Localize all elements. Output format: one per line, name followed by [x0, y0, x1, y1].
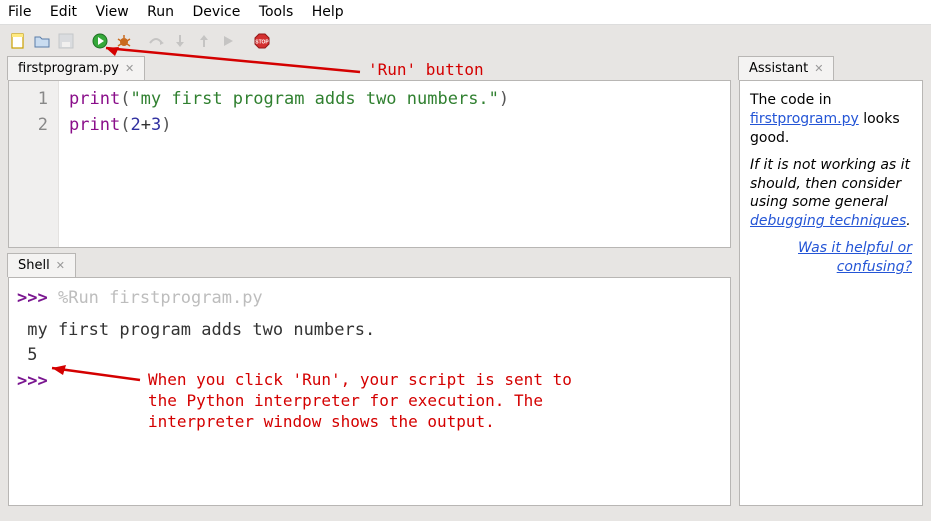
- menu-run[interactable]: Run: [147, 4, 174, 20]
- tab-close-icon[interactable]: ✕: [814, 62, 823, 75]
- debugging-link[interactable]: debugging techniques: [750, 213, 906, 229]
- resume-icon[interactable]: [218, 31, 238, 51]
- shell-output-line: 5: [17, 343, 720, 369]
- menu-edit[interactable]: Edit: [50, 4, 77, 20]
- assistant-panel-container: Assistant ✕ The code in firstprogram.py …: [739, 57, 923, 506]
- shell-run-command: %Run firstprogram.py: [58, 288, 263, 308]
- shell-panel-container: Shell ✕ >>> %Run firstprogram.py my firs…: [8, 254, 731, 506]
- tab-close-icon[interactable]: ✕: [56, 259, 65, 272]
- save-icon[interactable]: [56, 31, 76, 51]
- assistant-tab[interactable]: Assistant ✕: [738, 56, 834, 80]
- menu-help[interactable]: Help: [312, 4, 344, 20]
- step-into-icon[interactable]: [170, 31, 190, 51]
- shell-tab-label: Shell: [18, 258, 50, 273]
- assistant-text: The code in: [750, 92, 831, 108]
- open-file-icon[interactable]: [32, 31, 52, 51]
- tab-close-icon[interactable]: ✕: [125, 62, 134, 75]
- menu-device[interactable]: Device: [192, 4, 240, 20]
- shell-prompt: >>>: [17, 288, 48, 308]
- step-over-icon[interactable]: [146, 31, 166, 51]
- shell-output[interactable]: >>> %Run firstprogram.py my first progra…: [9, 278, 730, 505]
- menu-file[interactable]: File: [8, 4, 31, 20]
- code-line[interactable]: print(2+3): [69, 113, 720, 139]
- editor-panel: firstprogram.py ✕ 1 2 print("my first pr…: [8, 57, 731, 248]
- editor-tab-label: firstprogram.py: [18, 61, 119, 76]
- assistant-text: If it is not working as it should, then …: [750, 157, 910, 211]
- new-file-icon[interactable]: [8, 31, 28, 51]
- code-line[interactable]: print("my first program adds two numbers…: [69, 87, 720, 113]
- debug-icon[interactable]: [114, 31, 134, 51]
- assistant-text: .: [906, 213, 910, 229]
- assistant-tab-label: Assistant: [749, 61, 808, 76]
- menubar: File Edit View Run Device Tools Help: [0, 0, 931, 25]
- run-icon[interactable]: [90, 31, 110, 51]
- shell-output-line: my first program adds two numbers.: [17, 318, 720, 344]
- assistant-file-link[interactable]: firstprogram.py: [750, 111, 859, 127]
- toolbar: STOP: [0, 25, 931, 57]
- stop-icon[interactable]: STOP: [252, 31, 272, 51]
- assistant-content: The code in firstprogram.py looks good. …: [740, 81, 922, 505]
- line-gutter: 1 2: [9, 81, 59, 247]
- step-out-icon[interactable]: [194, 31, 214, 51]
- assistant-feedback-link[interactable]: Was it helpful or confusing?: [798, 240, 912, 275]
- svg-text:STOP: STOP: [255, 40, 269, 46]
- menu-tools[interactable]: Tools: [259, 4, 294, 20]
- shell-prompt: >>>: [17, 371, 48, 391]
- menu-view[interactable]: View: [95, 4, 128, 20]
- editor-tab[interactable]: firstprogram.py ✕: [7, 56, 145, 80]
- code-editor[interactable]: 1 2 print("my first program adds two num…: [9, 81, 730, 247]
- shell-tab[interactable]: Shell ✕: [7, 253, 76, 277]
